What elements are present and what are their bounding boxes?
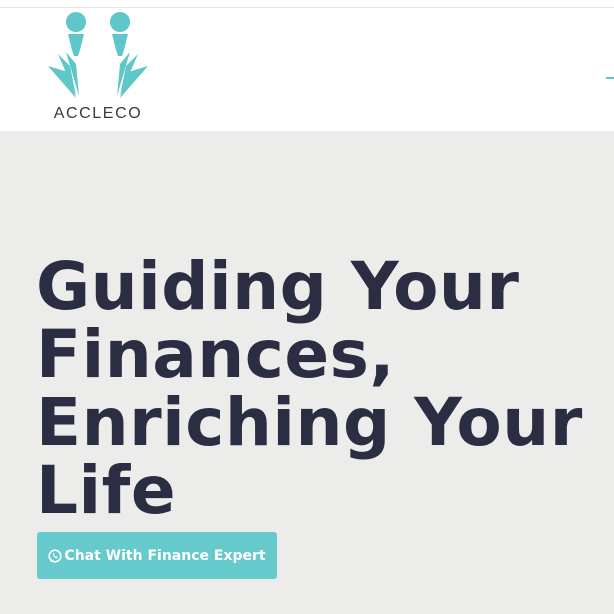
whatsapp-icon: [48, 548, 63, 563]
chat-with-expert-button[interactable]: Chat With Finance Expert: [37, 532, 277, 579]
logo-mark-icon: [48, 12, 148, 98]
headline-line: Life: [36, 452, 177, 529]
logo-text: ACCLECO: [53, 105, 143, 122]
hero-section: Guiding Your Finances, Enriching Your Li…: [0, 131, 614, 614]
site-header: ACCLECO: [0, 0, 614, 131]
top-divider: [0, 7, 614, 8]
menu-toggle[interactable]: [606, 77, 614, 79]
headline-line: Guiding Your: [36, 248, 520, 325]
hero-headline: Guiding Your Finances, Enriching Your Li…: [36, 253, 614, 525]
headline-line: Finances,: [36, 316, 395, 393]
logo[interactable]: ACCLECO: [38, 0, 158, 131]
cta-label: Chat With Finance Expert: [64, 547, 266, 564]
headline-line: Enriching Your: [36, 384, 583, 461]
